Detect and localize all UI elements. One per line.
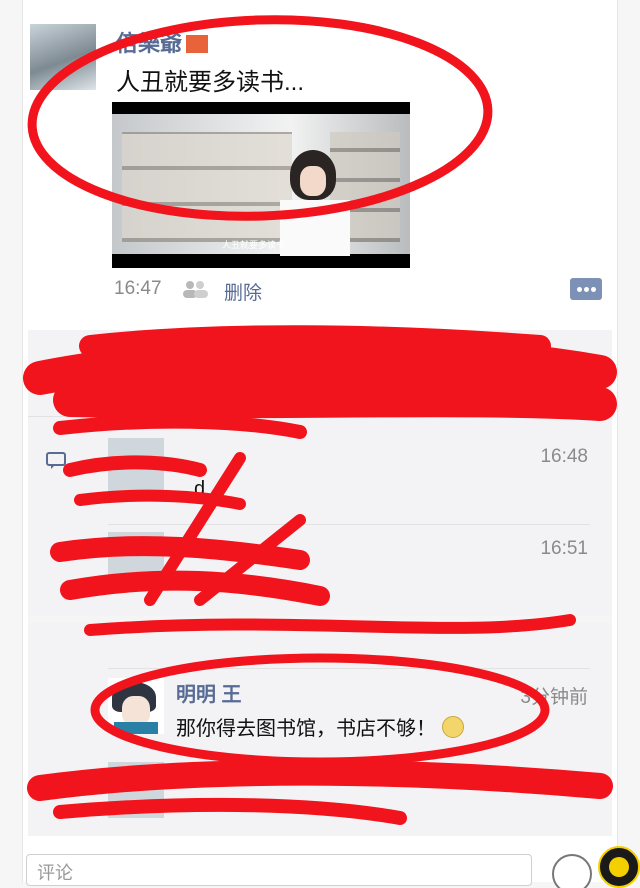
comment-text-content: 那你得去图书馆，书店不够！ [176, 718, 436, 740]
video-frame: 人丑就要多读书 [112, 114, 410, 256]
emoji-icon [442, 716, 464, 738]
author-name-text: 倍樂爺 [116, 31, 183, 56]
comments-panel: 16:48 d 16:51 明明 王 3分钟前 那你得去图书馆，书店不够！ [28, 330, 612, 836]
comment-row[interactable]: 16:48 d [108, 430, 590, 525]
post-time: 16:47 [114, 278, 162, 299]
comment-input[interactable]: 评论 [26, 854, 532, 886]
comment-time: 16:51 [540, 538, 588, 559]
girl-body-image [280, 200, 350, 256]
video-thumbnail[interactable]: 人丑就要多读书 [112, 102, 410, 268]
video-subtitle: 人丑就要多读书 [222, 240, 286, 250]
comment-time: 16:48 [540, 446, 588, 467]
girl-face-image [300, 166, 326, 196]
delete-link[interactable]: 删除 [224, 278, 262, 305]
moments-page: 倍樂爺 人丑就要多读书... 人丑就要多读书 16:47 删除 16:48 d [0, 0, 640, 888]
author-name[interactable]: 倍樂爺 [116, 26, 209, 58]
commenter-avatar[interactable] [108, 678, 164, 734]
smiley-icon[interactable] [552, 854, 592, 888]
people-icon[interactable] [182, 280, 208, 298]
commenter-avatar[interactable] [108, 762, 164, 818]
comment-row[interactable] [108, 752, 590, 836]
comment-time: 3分钟前 [520, 687, 588, 708]
comment-bubble-icon [46, 452, 66, 469]
commenter-avatar[interactable] [108, 532, 164, 588]
likes-row [28, 330, 612, 417]
commenter-name[interactable]: 明明 王 [176, 678, 242, 707]
comment-input-placeholder: 评论 [37, 863, 73, 883]
more-icon[interactable] [570, 278, 602, 300]
post-text: 人丑就要多读书... [116, 69, 305, 96]
author-avatar[interactable] [30, 24, 96, 90]
comment-row[interactable]: 16:51 [108, 524, 590, 617]
comment-row-highlighted[interactable]: 明明 王 3分钟前 那你得去图书馆，书店不够！ [108, 668, 590, 752]
flag-icon [186, 35, 209, 53]
comment-text: 那你得去图书馆，书店不够！ [176, 712, 464, 741]
comment-row[interactable] [108, 622, 590, 669]
watermark-badge-icon [598, 846, 640, 888]
comment-text: d [194, 478, 206, 500]
bookshelf-image [122, 132, 292, 242]
commenter-avatar[interactable] [108, 438, 164, 494]
